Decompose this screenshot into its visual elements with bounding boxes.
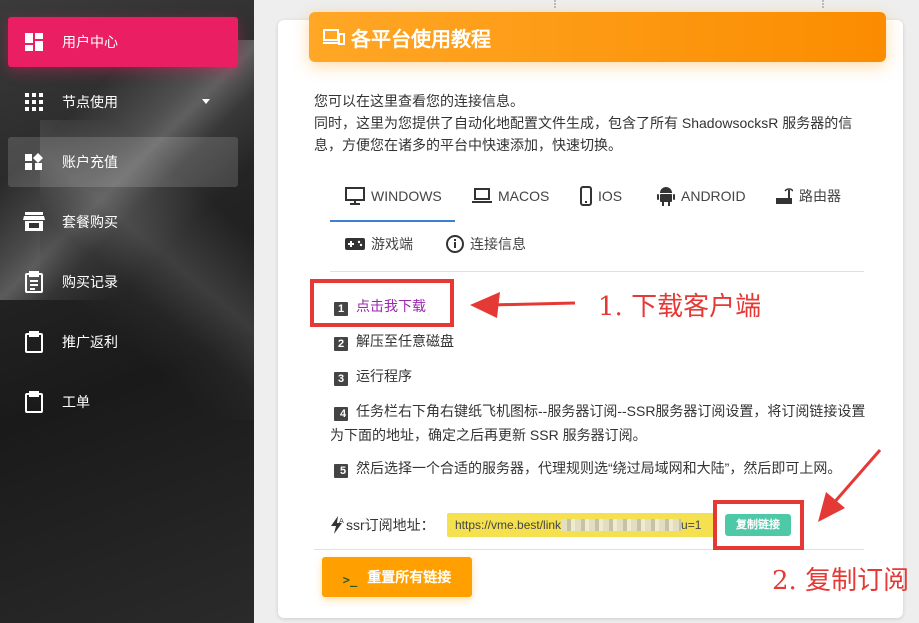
annotation-download-client: 1. 下载客户端 — [598, 292, 762, 322]
annotation-arrows — [470, 292, 882, 522]
annotation-copy-subscription: 2. 复制订阅 — [772, 566, 910, 596]
